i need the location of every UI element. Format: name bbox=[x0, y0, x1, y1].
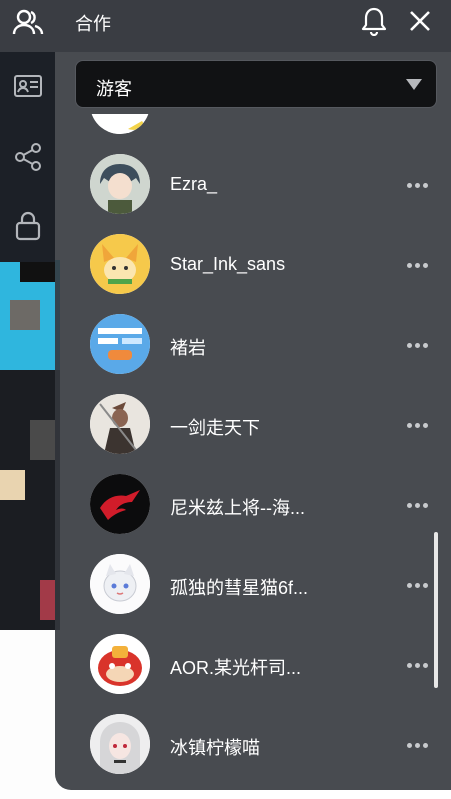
more-options-icon[interactable] bbox=[407, 580, 431, 590]
boy-avatar bbox=[90, 154, 150, 214]
list-item[interactable]: 尼米兹上将--海... bbox=[55, 474, 451, 554]
fox-avatar bbox=[90, 234, 150, 294]
warrior-avatar bbox=[90, 394, 150, 454]
list-item[interactable]: 孤独的彗星猫6f... bbox=[55, 554, 451, 634]
mode-select[interactable]: 游客 bbox=[75, 60, 437, 108]
white-region bbox=[0, 630, 60, 799]
id-card-icon[interactable] bbox=[0, 64, 55, 108]
friend-name: AOR.某光杆司... bbox=[170, 658, 302, 678]
cooperation-panel: 合作 游客 Ezra_ Star_Ink_sans 褚岩 一剑走天下 尼米兹上将… bbox=[55, 0, 451, 790]
close-icon[interactable] bbox=[407, 8, 433, 34]
more-options-icon[interactable] bbox=[407, 740, 431, 750]
more-options-icon[interactable] bbox=[407, 340, 431, 350]
block bbox=[40, 580, 55, 620]
list-item[interactable]: 褚岩 bbox=[55, 314, 451, 394]
friend-name: 尼米兹上将--海... bbox=[170, 498, 305, 518]
more-options-icon[interactable] bbox=[407, 420, 431, 430]
red-lion-avatar bbox=[90, 634, 150, 694]
list-item[interactable]: 一剑走天下 bbox=[55, 394, 451, 474]
friend-list: Ezra_ Star_Ink_sans 褚岩 一剑走天下 尼米兹上将--海...… bbox=[55, 114, 451, 790]
block bbox=[0, 470, 25, 500]
more-options-icon[interactable] bbox=[407, 180, 431, 190]
panel-header: 合作 bbox=[55, 0, 451, 52]
list-item[interactable]: Ezra_ bbox=[55, 154, 451, 234]
block bbox=[10, 300, 40, 330]
partial-avatar bbox=[90, 114, 150, 134]
friend-name: 冰镇柠檬喵 bbox=[170, 738, 260, 758]
more-options-icon[interactable] bbox=[407, 660, 431, 670]
friend-name: Star_Ink_sans bbox=[170, 254, 286, 274]
block bbox=[20, 262, 55, 282]
list-item[interactable] bbox=[55, 114, 451, 154]
ui-screenshot-avatar bbox=[90, 314, 150, 374]
list-item[interactable]: 冰镇柠檬喵 bbox=[55, 714, 451, 790]
chevron-down-icon bbox=[406, 79, 422, 90]
friend-name: 一剑走天下 bbox=[170, 418, 260, 438]
friend-name: Ezra_ bbox=[170, 174, 218, 194]
anime-girl-avatar bbox=[90, 714, 150, 774]
scrollbar[interactable] bbox=[434, 532, 438, 688]
friend-name: 孤独的彗星猫6f... bbox=[170, 578, 309, 598]
friends-icon[interactable] bbox=[0, 0, 55, 44]
more-options-icon[interactable] bbox=[407, 260, 431, 270]
rog-logo-avatar bbox=[90, 474, 150, 534]
page-title: 合作 bbox=[75, 14, 111, 34]
friend-name: 褚岩 bbox=[170, 338, 206, 358]
list-item[interactable]: Star_Ink_sans bbox=[55, 234, 451, 314]
left-rail bbox=[0, 0, 55, 262]
share-icon[interactable] bbox=[0, 135, 55, 179]
more-options-icon[interactable] bbox=[407, 500, 431, 510]
block bbox=[30, 420, 55, 460]
mode-select-value: 游客 bbox=[96, 79, 132, 99]
bell-icon[interactable] bbox=[359, 6, 389, 37]
lock-icon[interactable] bbox=[0, 204, 55, 248]
white-cat-avatar bbox=[90, 554, 150, 614]
list-item[interactable]: AOR.某光杆司... bbox=[55, 634, 451, 714]
